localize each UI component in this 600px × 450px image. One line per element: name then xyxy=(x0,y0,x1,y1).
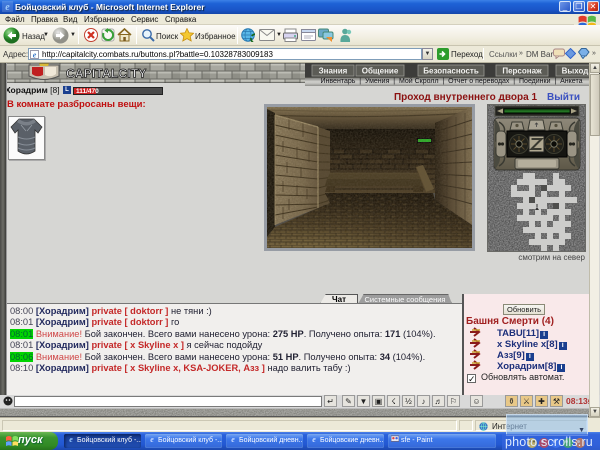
svg-text:Персонаж: Персонаж xyxy=(502,67,542,76)
svg-text:Общение: Общение xyxy=(362,67,399,76)
svg-text:e: e xyxy=(33,51,37,60)
svg-text:CAPITALCITY: CAPITALCITY xyxy=(66,67,147,81)
svg-text:Безопасность: Безопасность xyxy=(423,67,479,76)
svg-text:e: e xyxy=(150,435,154,443)
svg-text:e: e xyxy=(312,435,316,443)
svg-text:e: e xyxy=(5,2,10,12)
svg-text:e: e xyxy=(69,435,73,443)
svg-text:Знания: Знания xyxy=(319,67,348,76)
svg-text:Выход: Выход xyxy=(562,67,589,76)
svg-text:e: e xyxy=(231,435,235,443)
